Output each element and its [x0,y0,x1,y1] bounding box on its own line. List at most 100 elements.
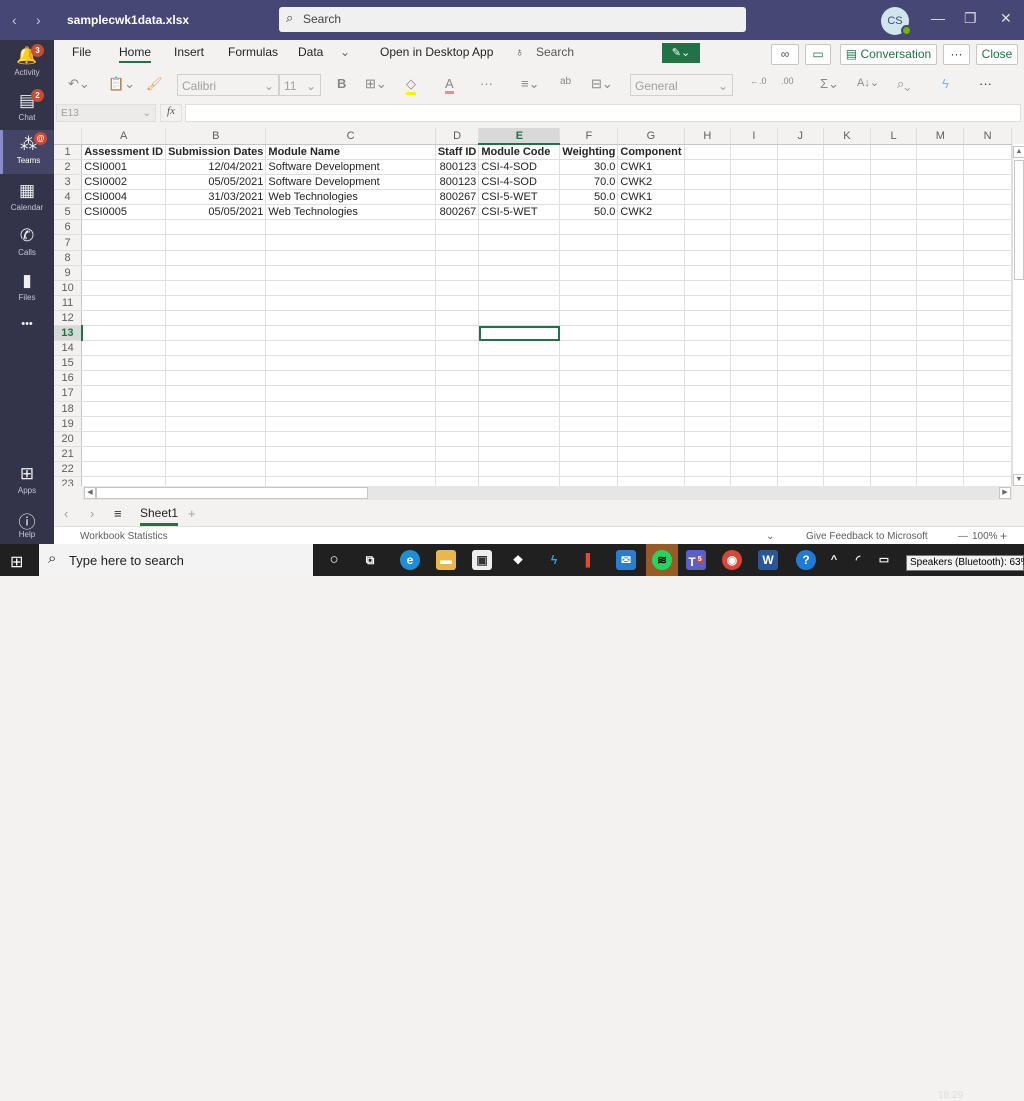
cell-g3[interactable]: CWK2 [617,174,685,191]
row-header[interactable]: 5 [54,204,83,221]
cell-h3[interactable] [684,174,732,191]
cell-j9[interactable] [777,265,825,281]
cell-b18[interactable] [165,401,267,417]
rail-item-calendar[interactable]: ▦ Calendar [0,177,54,221]
cell-h21[interactable] [684,446,732,462]
back-button[interactable]: ‹ [12,12,17,28]
cell-l17[interactable] [870,385,918,402]
cell-l21[interactable] [870,446,918,462]
conversation-button[interactable]: ▤ Conversation [840,44,937,65]
column-header-k[interactable]: K [823,128,871,145]
cell-j16[interactable] [777,370,825,387]
cell-m12[interactable] [916,310,965,327]
cell-h5[interactable] [684,204,732,221]
row-header[interactable]: 20 [54,431,83,447]
cell-h4[interactable] [684,189,732,206]
cell-e19[interactable] [478,416,561,432]
cell-j10[interactable] [777,280,825,296]
cell-j14[interactable] [777,340,825,357]
cell-m19[interactable] [916,416,965,432]
cell-a6[interactable] [81,219,167,236]
cell-m2[interactable] [916,159,965,176]
cell-m18[interactable] [916,401,965,417]
cell-i16[interactable] [730,370,778,387]
cell-e20[interactable] [478,431,561,447]
show-hidden-icons-chevron-icon[interactable]: ^ [824,550,844,570]
cell-l4[interactable] [870,189,918,206]
cell-j21[interactable] [777,446,825,462]
column-header-n[interactable]: N [963,128,1012,145]
cell-i15[interactable] [730,355,778,372]
cell-d10[interactable] [435,280,480,296]
cell-i9[interactable] [730,265,778,281]
more-font-options[interactable]: ··· [480,76,493,91]
scroll-right-arrow-icon[interactable]: ▶ [999,487,1011,499]
cell-l8[interactable] [870,250,918,266]
scroll-up-arrow-icon[interactable]: ▲ [1013,146,1024,158]
column-header-h[interactable]: H [684,128,732,145]
column-header-i[interactable]: I [730,128,778,145]
cell-d7[interactable] [435,234,480,251]
row-header[interactable]: 8 [54,250,83,266]
cell-c18[interactable] [265,401,436,417]
cell-m11[interactable] [916,295,965,311]
cell-e10[interactable] [478,280,561,296]
cell-d11[interactable] [435,295,480,311]
autosum-icon[interactable]: Σ⌄ [820,76,839,92]
cell-g20[interactable] [617,431,685,447]
cell-g6[interactable] [617,219,685,236]
cell-m13[interactable] [916,325,965,342]
cell-i17[interactable] [730,385,778,402]
cell-c12[interactable] [265,310,436,327]
cell-d14[interactable] [435,340,480,357]
wrap-text-icon[interactable]: ab [560,76,571,87]
cell-f20[interactable] [559,431,619,447]
cell-h23[interactable] [684,476,732,486]
cell-e2[interactable]: CSI-4-SOD [478,159,561,176]
add-sheet-button[interactable]: + [188,506,196,521]
cell-m16[interactable] [916,370,965,387]
cell-d20[interactable] [435,431,480,447]
avatar[interactable]: CS [881,7,912,36]
cell-g22[interactable] [617,461,685,477]
cell-m22[interactable] [916,461,965,477]
cell-c13[interactable] [265,325,436,342]
cell-d15[interactable] [435,355,480,372]
cell-j18[interactable] [777,401,825,417]
cell-k8[interactable] [823,250,871,266]
cell-l7[interactable] [870,234,918,251]
rail-item-calls[interactable]: ✆ Calls [0,222,54,266]
cell-b17[interactable] [165,385,267,402]
cell-g8[interactable] [617,250,685,266]
link-button[interactable]: ∞ [771,44,799,65]
close-window-button[interactable]: ✕ [1000,10,1012,27]
office-icon[interactable]: ▌ [580,550,600,570]
cell-l14[interactable] [870,340,918,357]
cell-e15[interactable] [478,355,561,372]
cell-j20[interactable] [777,431,825,447]
cell-k9[interactable] [823,265,871,281]
cell-n2[interactable] [963,159,1012,176]
cell-h14[interactable] [684,340,732,357]
cell-m1[interactable] [916,144,965,160]
cell-k5[interactable] [823,204,871,221]
cell-d17[interactable] [435,385,480,402]
rail-item-help[interactable]: ⓘ Help [0,504,54,548]
cell-d2[interactable]: 800123 [435,159,480,176]
cell-f1[interactable]: Weighting [559,144,619,160]
cell-g9[interactable] [617,265,685,281]
column-header-l[interactable]: L [870,128,918,145]
cell-l10[interactable] [870,280,918,296]
cell-a17[interactable] [81,385,167,402]
cell-h15[interactable] [684,355,732,372]
cell-d1[interactable]: Staff ID [435,144,480,160]
cell-f14[interactable] [559,340,619,357]
row-header[interactable]: 18 [54,401,83,417]
cell-i21[interactable] [730,446,778,462]
prev-sheet-button[interactable]: ‹ [64,506,68,521]
all-sheets-menu-icon[interactable]: ≡ [114,506,122,521]
cell-i5[interactable] [730,204,778,221]
increase-decimal-icon[interactable]: ←.0 [750,76,767,86]
cell-e12[interactable] [478,310,561,327]
tell-me-search[interactable]: Search [536,45,574,59]
